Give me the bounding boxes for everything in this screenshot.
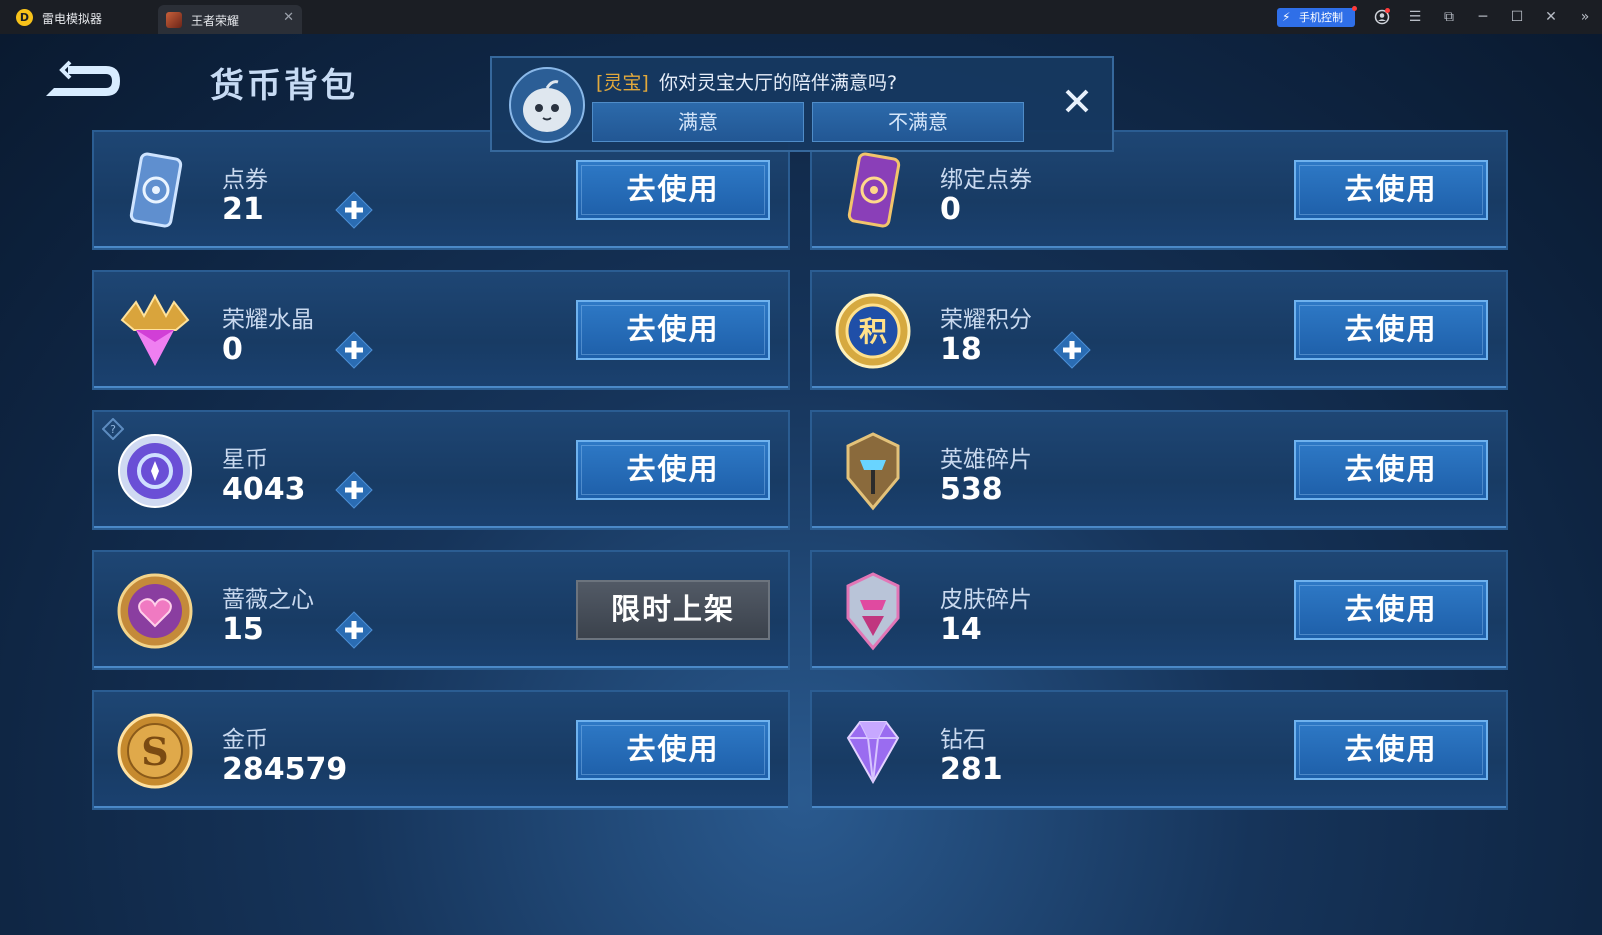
currency-name: 蔷薇之心: [222, 587, 314, 613]
emulator-title-bar: D 雷电模拟器 王者荣耀 ✕ ⚡ 手机控制 ☰ ⧉ ─ ☐ ✕ »: [0, 0, 1602, 34]
currency-value: 0: [940, 192, 961, 227]
star-coin-icon: [114, 430, 196, 512]
unsatisfied-button[interactable]: 不满意: [812, 102, 1024, 142]
use-button[interactable]: 去使用: [1294, 720, 1488, 780]
currency-value: 0: [222, 332, 243, 367]
minimize-icon[interactable]: ─: [1473, 7, 1493, 27]
use-button[interactable]: 去使用: [576, 300, 770, 360]
add-button[interactable]: [334, 470, 374, 510]
currency-card-gold-coin: S 金币 284579 去使用: [92, 690, 790, 810]
game-screen: 货币背包 点券 21 去使用 绑定点券 0 去使用 荣耀水晶 0 去使用 积 荣…: [0, 34, 1602, 935]
limited-release-button[interactable]: 限时上架: [576, 580, 770, 640]
page-title: 货币背包: [210, 66, 358, 106]
currency-card-diamond: 钻石 281 去使用: [810, 690, 1508, 810]
add-button[interactable]: [334, 190, 374, 230]
popup-close-button[interactable]: [1062, 86, 1092, 116]
currency-value: 538: [940, 472, 1003, 507]
glory-crystal-icon: [114, 290, 196, 372]
maximize-icon[interactable]: ☐: [1507, 7, 1527, 27]
plus-icon: [335, 331, 373, 369]
notification-dot: [1352, 6, 1357, 11]
currency-value: 284579: [222, 752, 348, 787]
popup-tag: [灵宝]: [596, 72, 649, 94]
lightning-icon: ⚡: [1282, 10, 1291, 24]
emulator-logo-icon: D: [16, 9, 33, 26]
add-button[interactable]: [334, 330, 374, 370]
currency-name: 皮肤碎片: [940, 587, 1032, 613]
currency-value: 18: [940, 332, 982, 367]
currency-value: 4043: [222, 472, 306, 507]
plus-icon: [335, 611, 373, 649]
phone-control-button[interactable]: ⚡ 手机控制: [1277, 6, 1357, 27]
lingbao-avatar: [508, 66, 586, 144]
currency-card-glory-crystal: 荣耀水晶 0 去使用: [92, 270, 790, 390]
close-icon: [1065, 89, 1089, 113]
game-icon: [166, 12, 182, 28]
use-button[interactable]: 去使用: [1294, 160, 1488, 220]
gold-coin-glyph: S: [141, 729, 168, 774]
currency-name: 金币: [222, 727, 268, 753]
bound-coupon-icon: [832, 150, 914, 232]
add-button[interactable]: [334, 610, 374, 650]
currency-name: 英雄碎片: [940, 447, 1032, 473]
phone-control-label: 手机控制: [1299, 11, 1343, 24]
use-button[interactable]: 去使用: [1294, 440, 1488, 500]
plus-icon: [335, 471, 373, 509]
close-icon[interactable]: ✕: [1541, 7, 1561, 27]
multi-window-icon[interactable]: ⧉: [1439, 7, 1459, 27]
currency-value: 281: [940, 752, 1003, 787]
currency-name: 荣耀积分: [940, 307, 1032, 333]
glory-points-glyph: 积: [859, 315, 887, 348]
currency-card-hero-fragment: 英雄碎片 538 去使用: [810, 410, 1508, 530]
notification-dot: [1385, 8, 1390, 13]
popup-question: 你对灵宝大厅的陪伴满意吗?: [659, 72, 898, 94]
rose-heart-icon: [114, 570, 196, 652]
emulator-app-name: 雷电模拟器: [42, 12, 103, 26]
tab-close-icon[interactable]: ✕: [283, 10, 294, 25]
user-icon[interactable]: [1372, 7, 1392, 27]
menu-icon[interactable]: ☰: [1405, 7, 1425, 27]
use-button[interactable]: 去使用: [1294, 580, 1488, 640]
plus-icon: [335, 191, 373, 229]
currency-card-rose-heart: 蔷薇之心 15 限时上架: [92, 550, 790, 670]
expand-sidebar-icon[interactable]: »: [1575, 7, 1595, 27]
currency-value: 21: [222, 192, 264, 227]
currency-card-star-coin: ? 星币 4043 去使用: [92, 410, 790, 530]
hero-fragment-icon: [832, 430, 914, 512]
back-button[interactable]: [40, 60, 122, 102]
currency-name: 点券: [222, 167, 268, 193]
glory-points-icon: 积: [832, 290, 914, 372]
use-button[interactable]: 去使用: [576, 440, 770, 500]
skin-fragment-icon: [832, 570, 914, 652]
emulator-window: D 雷电模拟器 王者荣耀 ✕ ⚡ 手机控制 ☰ ⧉ ─ ☐ ✕ » 货币背包 点…: [0, 0, 1602, 935]
feedback-popup: [灵宝] 你对灵宝大厅的陪伴满意吗? 满意 不满意: [490, 56, 1114, 152]
satisfied-button[interactable]: 满意: [592, 102, 804, 142]
currency-name: 星币: [222, 447, 268, 473]
gold-coin-icon: S: [114, 710, 196, 792]
diamond-icon: [832, 710, 914, 792]
coupon-icon: [114, 150, 196, 232]
currency-name: 绑定点券: [940, 167, 1032, 193]
currency-card-skin-fragment: 皮肤碎片 14 去使用: [810, 550, 1508, 670]
currency-value: 15: [222, 612, 264, 647]
add-button[interactable]: [1052, 330, 1092, 370]
currency-name: 荣耀水晶: [222, 307, 314, 333]
use-button[interactable]: 去使用: [576, 720, 770, 780]
use-button[interactable]: 去使用: [1294, 300, 1488, 360]
use-button[interactable]: 去使用: [576, 160, 770, 220]
back-arrow-icon: [46, 60, 120, 96]
tab-game[interactable]: 王者荣耀 ✕: [158, 5, 302, 34]
plus-icon: [1053, 331, 1091, 369]
currency-name: 钻石: [940, 727, 986, 753]
currency-card-glory-points: 积 荣耀积分 18 去使用: [810, 270, 1508, 390]
currency-value: 14: [940, 612, 982, 647]
tab-label: 王者荣耀: [191, 14, 240, 28]
